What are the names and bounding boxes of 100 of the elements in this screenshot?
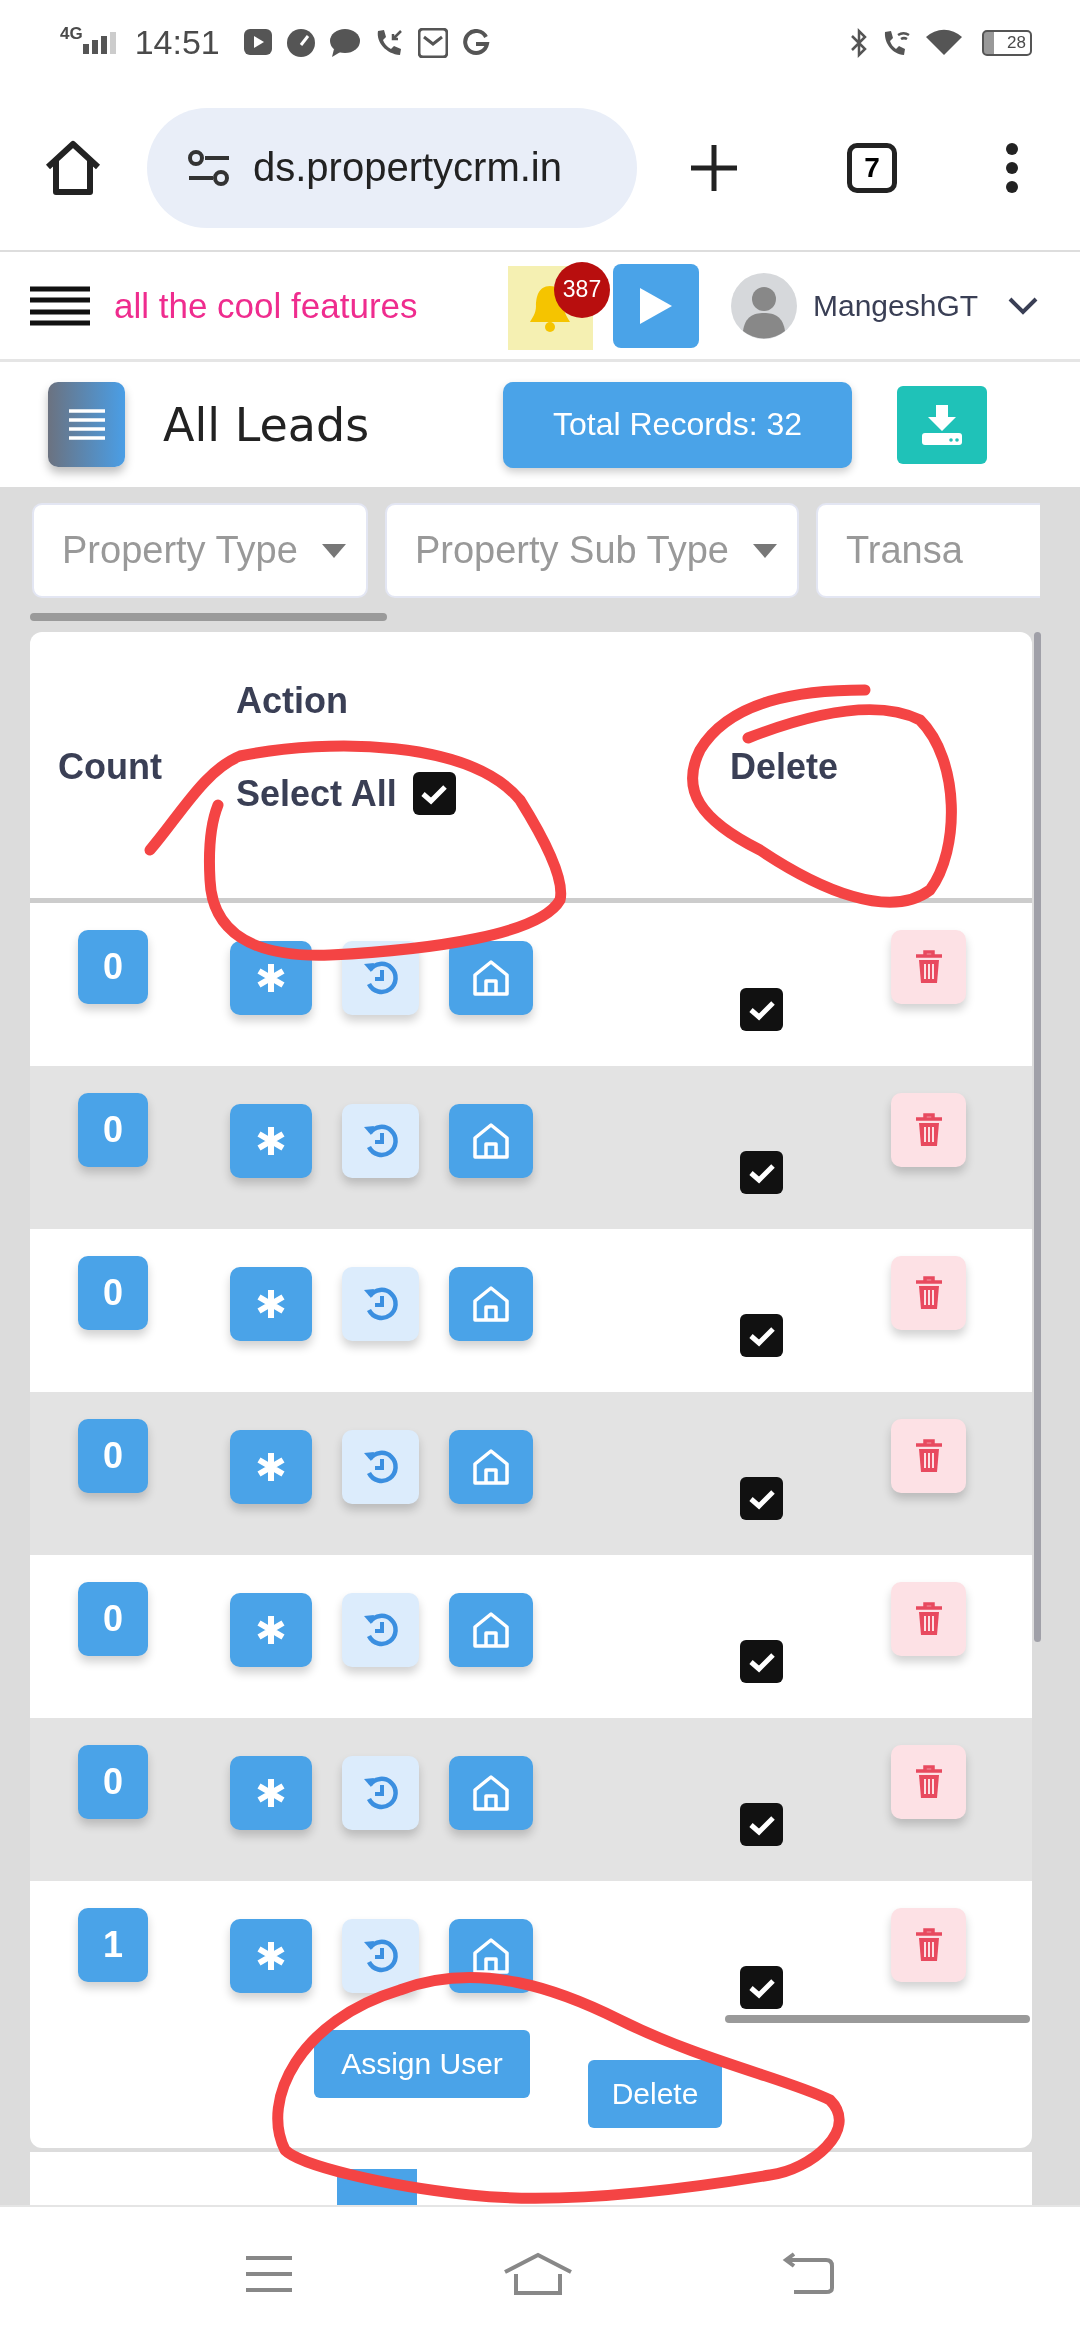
avatar-icon[interactable] bbox=[731, 272, 797, 339]
asterisk-button[interactable] bbox=[230, 1593, 312, 1667]
home-icon[interactable] bbox=[44, 139, 102, 196]
checkbox[interactable] bbox=[740, 1966, 783, 2009]
filter-dropdown[interactable]: Property Sub Type bbox=[384, 503, 799, 598]
count-button[interactable]: 0 bbox=[78, 1419, 148, 1493]
address-bar[interactable]: ds.propertycrm.in bbox=[147, 107, 637, 228]
home-button[interactable] bbox=[449, 1267, 533, 1341]
count-button[interactable]: 1 bbox=[78, 1908, 148, 1982]
filter-dropdown[interactable]: Transa bbox=[815, 503, 1040, 598]
home-button[interactable] bbox=[449, 1756, 533, 1830]
download-button[interactable] bbox=[897, 385, 987, 464]
filter-dropdown[interactable]: Property Type bbox=[32, 503, 368, 598]
asterisk-icon bbox=[256, 1451, 286, 1483]
dropdown-caret-icon bbox=[321, 543, 346, 558]
check-icon bbox=[747, 1976, 776, 1999]
trash-icon bbox=[914, 950, 943, 984]
notification-badge: 387 bbox=[554, 261, 610, 318]
wifi-call-icon bbox=[882, 28, 912, 57]
asterisk-button[interactable] bbox=[230, 1104, 312, 1178]
checkbox[interactable] bbox=[740, 1803, 783, 1846]
house-icon bbox=[472, 1774, 510, 1812]
history-button[interactable] bbox=[342, 1756, 419, 1830]
trash-icon bbox=[914, 1765, 943, 1799]
history-button[interactable] bbox=[342, 1593, 419, 1667]
trash-icon bbox=[914, 1602, 943, 1636]
wifi-icon bbox=[926, 28, 962, 57]
delete-button[interactable]: Delete bbox=[588, 2060, 722, 2128]
tab-count-button[interactable]: 7 bbox=[847, 142, 897, 193]
select-all-label: Select All bbox=[236, 772, 397, 815]
house-icon bbox=[472, 1122, 510, 1160]
signal-icon bbox=[82, 31, 117, 54]
house-icon bbox=[472, 1611, 510, 1649]
delete-row-button[interactable] bbox=[891, 1582, 966, 1656]
list-menu-button[interactable] bbox=[48, 382, 125, 467]
asterisk-button[interactable] bbox=[230, 1919, 312, 1993]
checkbox[interactable] bbox=[412, 772, 456, 815]
home-button[interactable] bbox=[449, 941, 533, 1015]
history-button[interactable] bbox=[342, 1430, 419, 1504]
house-icon bbox=[472, 1285, 510, 1323]
delete-row-button[interactable] bbox=[891, 1419, 966, 1493]
notification-button[interactable]: 387 bbox=[508, 261, 610, 350]
delete-row-button[interactable] bbox=[891, 1093, 966, 1167]
logo-icon bbox=[461, 28, 490, 57]
site-settings-icon[interactable] bbox=[187, 148, 231, 187]
home-button[interactable] bbox=[449, 1593, 533, 1667]
asterisk-icon bbox=[256, 1777, 286, 1809]
user-name[interactable]: MangeshGT bbox=[813, 288, 979, 323]
asterisk-icon bbox=[256, 1940, 286, 1972]
asterisk-button[interactable] bbox=[230, 1430, 312, 1504]
chat-icon bbox=[329, 28, 360, 57]
delete-row-button[interactable] bbox=[891, 930, 966, 1004]
home-button[interactable] bbox=[449, 1430, 533, 1504]
count-button[interactable]: 0 bbox=[78, 1256, 148, 1330]
page-title: All Leads bbox=[163, 397, 371, 452]
history-button[interactable] bbox=[342, 1104, 419, 1178]
asterisk-button[interactable] bbox=[230, 1756, 312, 1830]
house-icon bbox=[472, 959, 510, 997]
count-button[interactable]: 0 bbox=[78, 1582, 148, 1656]
trash-icon bbox=[914, 1113, 943, 1147]
history-button[interactable] bbox=[342, 1267, 419, 1341]
delete-row-button[interactable] bbox=[891, 1908, 966, 1982]
trash-icon bbox=[914, 1276, 943, 1310]
play-icon bbox=[243, 28, 272, 57]
chevron-down-icon[interactable] bbox=[1008, 296, 1039, 315]
scrollbar-thumb[interactable] bbox=[725, 2015, 1030, 2023]
asterisk-icon bbox=[256, 1288, 286, 1320]
history-button[interactable] bbox=[342, 1919, 419, 1993]
more-icon[interactable] bbox=[1005, 141, 1019, 194]
asterisk-button[interactable] bbox=[230, 1267, 312, 1341]
trash-icon bbox=[914, 1439, 943, 1473]
total-records-button[interactable]: Total Records: 32 bbox=[503, 381, 852, 468]
delete-row-button[interactable] bbox=[891, 1256, 966, 1330]
count-button[interactable]: 0 bbox=[78, 930, 148, 1004]
menu-icon[interactable] bbox=[30, 284, 90, 327]
count-button[interactable]: 0 bbox=[78, 1093, 148, 1167]
home-button[interactable] bbox=[449, 1104, 533, 1178]
checkbox[interactable] bbox=[740, 988, 783, 1031]
network-label: 4G bbox=[60, 24, 83, 44]
scrollbar-thumb[interactable] bbox=[30, 613, 387, 621]
recent-apps-icon[interactable] bbox=[244, 2253, 294, 2294]
assign-user-button[interactable]: Assign User bbox=[314, 2030, 530, 2098]
new-tab-icon[interactable] bbox=[689, 142, 739, 193]
marquee-text: all the cool features bbox=[114, 285, 419, 326]
list-icon bbox=[66, 407, 107, 442]
check-icon bbox=[747, 1650, 776, 1673]
checkbox[interactable] bbox=[740, 1640, 783, 1683]
checkbox[interactable] bbox=[740, 1151, 783, 1194]
checkbox[interactable] bbox=[740, 1314, 783, 1357]
scrollbar-thumb[interactable] bbox=[1034, 632, 1041, 1642]
mail-icon bbox=[417, 27, 448, 58]
checkbox[interactable] bbox=[740, 1477, 783, 1520]
bluetooth-icon bbox=[850, 27, 868, 58]
delete-row-button[interactable] bbox=[891, 1745, 966, 1819]
check-icon bbox=[747, 998, 776, 1021]
back-icon[interactable] bbox=[782, 2251, 836, 2296]
count-button[interactable]: 0 bbox=[78, 1745, 148, 1819]
asterisk-icon bbox=[256, 1614, 286, 1646]
gauge-icon bbox=[285, 27, 316, 58]
play-button[interactable] bbox=[613, 263, 699, 348]
